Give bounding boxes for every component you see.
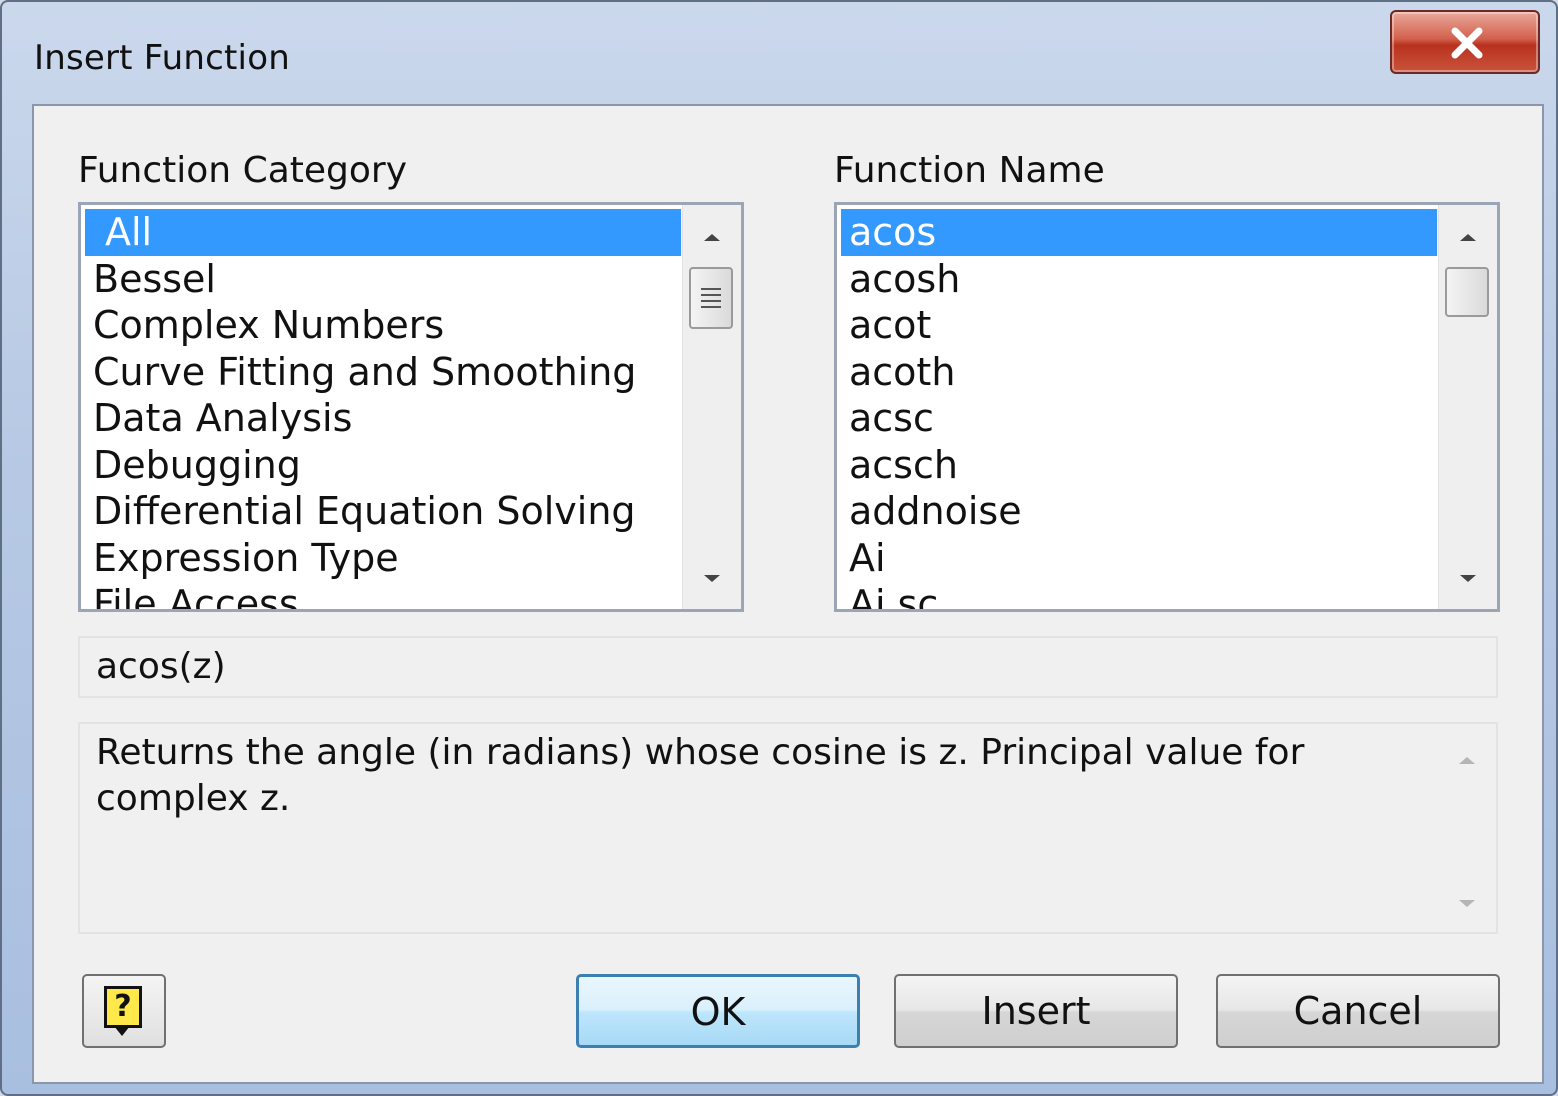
help-icon: ? [104, 986, 142, 1028]
scroll-down-arrow-icon[interactable] [1457, 573, 1479, 585]
category-item-expression-type[interactable]: Expression Type [85, 535, 681, 582]
category-scroll-thumb[interactable] [689, 267, 733, 329]
function-item-acot[interactable]: acot [841, 302, 1437, 349]
function-category-label: Function Category [78, 150, 408, 191]
cancel-button[interactable]: Cancel [1216, 974, 1500, 1048]
help-button[interactable]: ? [82, 974, 166, 1048]
insert-button[interactable]: Insert [894, 974, 1178, 1048]
function-item-acosh[interactable]: acosh [841, 256, 1437, 303]
ok-button[interactable]: OK [576, 974, 860, 1048]
category-item-curve-fitting[interactable]: Curve Fitting and Smoothing [85, 349, 681, 396]
category-item-data-analysis[interactable]: Data Analysis [85, 395, 681, 442]
function-item-acsch[interactable]: acsch [841, 442, 1437, 489]
category-item-all[interactable]: All [85, 209, 681, 256]
function-item-ai[interactable]: Ai [841, 535, 1437, 582]
function-name-items: acos acosh acot acoth acsc acsch addnois… [841, 209, 1437, 609]
scroll-up-arrow-icon[interactable] [1456, 754, 1478, 766]
category-item-bessel[interactable]: Bessel [85, 256, 681, 303]
close-button[interactable] [1390, 10, 1540, 74]
dialog-client-area: Function Category Function Name All Bess… [32, 104, 1544, 1084]
scroll-grip-icon [701, 288, 721, 308]
function-name-scrollbar[interactable] [1438, 205, 1497, 609]
scroll-down-arrow-icon[interactable] [1456, 898, 1478, 910]
function-name-label: Function Name [834, 150, 1105, 191]
function-description-text: Returns the angle (in radians) whose cos… [96, 732, 1305, 819]
dialog-title: Insert Function [34, 38, 290, 78]
function-category-listbox[interactable]: All Bessel Complex Numbers Curve Fitting… [78, 202, 744, 612]
function-description-box: Returns the angle (in radians) whose cos… [78, 722, 1498, 934]
function-item-addnoise[interactable]: addnoise [841, 488, 1437, 535]
title-bar[interactable]: Insert Function [2, 2, 1556, 102]
category-item-differential-equation-solving[interactable]: Differential Equation Solving [85, 488, 681, 535]
function-name-scroll-thumb[interactable] [1445, 267, 1489, 317]
category-item-debugging[interactable]: Debugging [85, 442, 681, 489]
category-scrollbar[interactable] [682, 205, 741, 609]
scroll-up-arrow-icon[interactable] [1457, 231, 1479, 243]
description-scrollbar[interactable] [1440, 724, 1496, 932]
insert-function-dialog: Insert Function Function Category Functi… [0, 0, 1558, 1096]
category-item-file-access[interactable]: File Access [85, 581, 681, 609]
category-items: All Bessel Complex Numbers Curve Fitting… [85, 209, 681, 609]
function-syntax-field: acos(z) [78, 636, 1498, 698]
function-item-acos[interactable]: acos [841, 209, 1437, 256]
close-icon [1451, 27, 1483, 59]
scroll-up-arrow-icon[interactable] [701, 231, 723, 243]
scroll-down-arrow-icon[interactable] [701, 573, 723, 585]
function-name-listbox[interactable]: acos acosh acot acoth acsc acsch addnois… [834, 202, 1500, 612]
function-item-acoth[interactable]: acoth [841, 349, 1437, 396]
category-item-complex-numbers[interactable]: Complex Numbers [85, 302, 681, 349]
help-icon-tail [114, 1026, 130, 1036]
function-item-ai-sc[interactable]: Ai.sc [841, 581, 1437, 609]
function-item-acsc[interactable]: acsc [841, 395, 1437, 442]
